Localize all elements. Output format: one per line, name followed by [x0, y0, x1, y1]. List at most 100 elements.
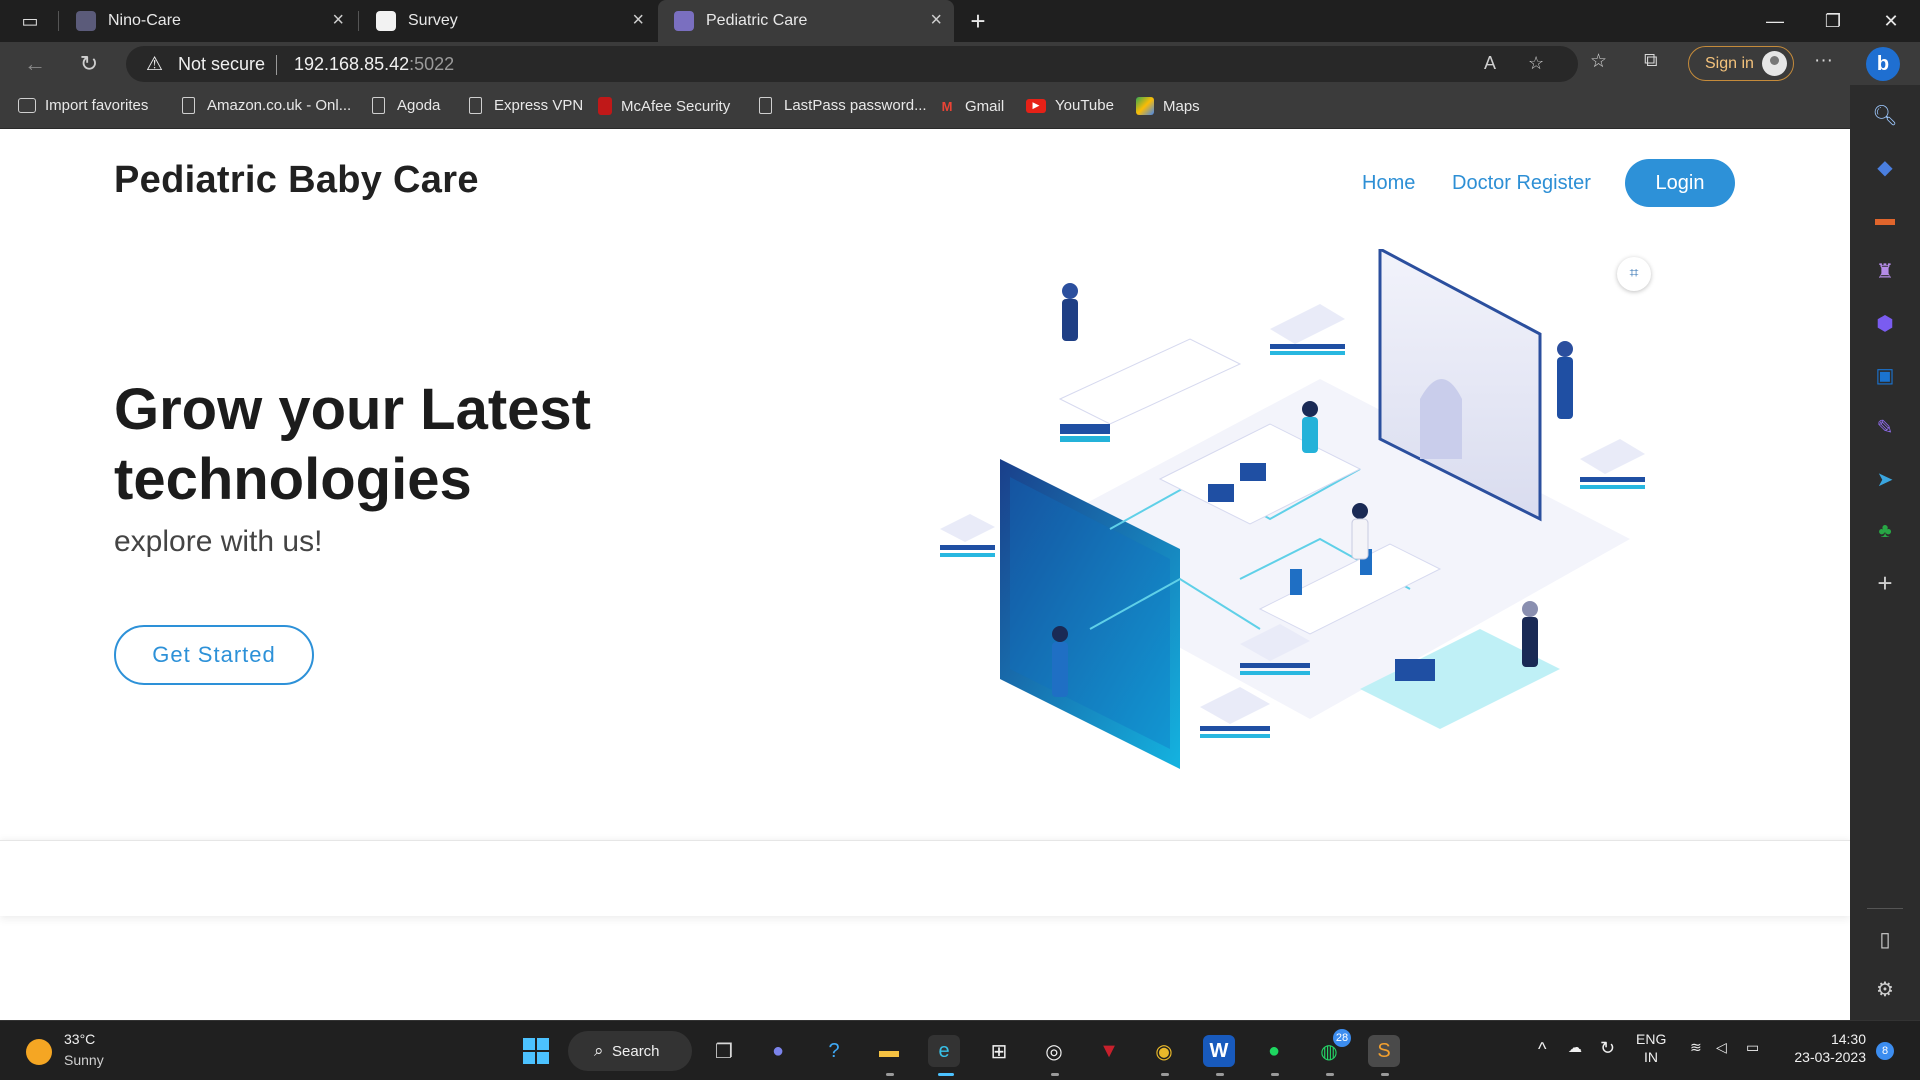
tab-actions-icon[interactable]: ▭	[14, 5, 46, 37]
mcafee-icon[interactable]: ▼	[1093, 1035, 1125, 1067]
running-indicator	[1161, 1073, 1169, 1076]
address-bar[interactable]: ⚠ Not secure 192.168.85.42:5022 A ☆	[126, 46, 1578, 82]
games-icon[interactable]: ♜	[1850, 253, 1920, 289]
block-stack	[1270, 304, 1345, 355]
office-icon[interactable]: ⬢	[1850, 305, 1920, 341]
favorite-express-vpn[interactable]: Express VPN	[469, 97, 583, 114]
restore-button[interactable]: ❐	[1804, 0, 1862, 42]
microsoft-store-icon[interactable]: ⊞	[983, 1035, 1015, 1067]
wifi-icon[interactable]: ≋	[1690, 1039, 1702, 1056]
url-text[interactable]: 192.168.85.42:5022	[294, 54, 454, 75]
clock[interactable]: 14:30 23-03-2023	[1786, 1031, 1866, 1065]
warning-icon[interactable]: ⚠	[146, 53, 163, 76]
teams-chat-icon[interactable]: ●	[762, 1035, 794, 1067]
close-window-button[interactable]: ✕	[1862, 0, 1920, 42]
favorite-maps[interactable]: Maps	[1136, 97, 1200, 115]
person-figure	[1302, 401, 1318, 453]
tools-icon[interactable]: ▬	[1850, 201, 1920, 237]
favorite-lastpass[interactable]: LastPass password...	[759, 97, 927, 114]
favorite-label: Amazon.co.uk - Onl...	[207, 97, 352, 114]
page-icon	[469, 97, 482, 114]
login-button[interactable]: Login	[1625, 159, 1735, 207]
running-indicator	[938, 1073, 954, 1076]
new-tab-button[interactable]: +	[962, 5, 994, 37]
get-started-button[interactable]: Get Started	[114, 625, 314, 685]
tab-pediatric-care[interactable]: Pediatric Care ×	[658, 0, 954, 42]
nav-home-link[interactable]: Home	[1362, 172, 1415, 195]
sublime-icon[interactable]: S	[1368, 1035, 1400, 1067]
designer-icon[interactable]: ✎	[1850, 409, 1920, 445]
add-favorite-icon[interactable]: ☆	[1528, 53, 1544, 74]
whatsapp-badge: 28	[1333, 1029, 1351, 1047]
tab-nino-care[interactable]: Nino-Care ×	[60, 0, 356, 42]
send-icon[interactable]: ➤	[1850, 461, 1920, 497]
close-tab-icon[interactable]: ×	[632, 9, 644, 32]
search-icon[interactable]: 🔍︎	[1850, 97, 1920, 133]
running-indicator	[1326, 1073, 1334, 1076]
app-icon[interactable]: ◎	[1038, 1035, 1070, 1067]
sync-icon[interactable]: ↻	[1600, 1038, 1615, 1059]
tab-title: Nino-Care	[108, 12, 181, 29]
notification-badge[interactable]: 8	[1876, 1042, 1894, 1060]
tab-survey[interactable]: Survey ×	[360, 0, 656, 42]
add-icon[interactable]: +	[1850, 565, 1920, 601]
start-windows-icon[interactable]	[520, 1035, 552, 1067]
gear-icon[interactable]: ⚙	[1850, 971, 1920, 1007]
volume-icon[interactable]: ◁	[1716, 1039, 1727, 1056]
hero-title: Grow your Latest technologies	[114, 375, 814, 515]
favorite-amazon[interactable]: Amazon.co.uk - Onl...	[182, 97, 351, 114]
site-favicon-icon	[674, 11, 694, 31]
bing-copilot-button[interactable]: b	[1866, 47, 1900, 81]
sign-in-button[interactable]: Sign in	[1688, 46, 1794, 81]
more-menu-icon[interactable]: ···	[1814, 50, 1833, 72]
favorite-import[interactable]: Import favorites	[18, 97, 148, 114]
tab-separator	[58, 11, 59, 31]
url-port: :5022	[409, 54, 455, 74]
word-icon[interactable]: W	[1203, 1035, 1235, 1067]
taskbar-search[interactable]: ⌕ Search	[568, 1031, 692, 1071]
security-status[interactable]: Not secure	[178, 54, 265, 75]
sun-icon[interactable]	[26, 1039, 52, 1065]
favorite-youtube[interactable]: ▶ YouTube	[1026, 97, 1114, 114]
tab-separator	[358, 11, 359, 31]
battery-icon[interactable]: ▭	[1746, 1039, 1759, 1056]
visual-search-icon[interactable]: ⌗	[1617, 257, 1651, 291]
gmail-icon: M	[941, 98, 953, 114]
running-indicator	[1216, 1073, 1224, 1076]
sidebar-panel-icon[interactable]: ▯	[1850, 921, 1920, 957]
minimize-button[interactable]: —	[1746, 0, 1804, 42]
weather-temperature[interactable]: 33°C	[64, 1031, 95, 1047]
language-indicator[interactable]: ENG IN	[1636, 1031, 1666, 1065]
chrome-icon[interactable]: ◉	[1148, 1035, 1180, 1067]
shopping-tag-icon[interactable]: ◆	[1850, 149, 1920, 185]
refresh-button[interactable]: ↻	[74, 50, 104, 78]
outlook-icon[interactable]: ▣	[1850, 357, 1920, 393]
file-explorer-icon[interactable]: ▬	[873, 1035, 905, 1067]
tree-icon[interactable]: ♣	[1850, 513, 1920, 549]
weather-description[interactable]: Sunny	[64, 1052, 104, 1068]
favorites-bar: Import favorites Amazon.co.uk - Onl... A…	[0, 85, 1850, 129]
favorite-mcafee[interactable]: McAfee Security	[598, 97, 730, 115]
running-indicator	[886, 1073, 894, 1076]
favorite-gmail[interactable]: M Gmail	[938, 97, 1005, 115]
close-tab-icon[interactable]: ×	[930, 9, 942, 32]
tab-title: Survey	[408, 12, 458, 29]
favorite-label: Express VPN	[494, 97, 584, 114]
chevron-up-icon[interactable]: ^	[1538, 1039, 1546, 1060]
edge-browser-icon[interactable]: e	[928, 1035, 960, 1067]
collections-icon[interactable]: ⧉	[1644, 50, 1658, 72]
task-view-icon[interactable]: ❐	[708, 1035, 740, 1067]
site-brand[interactable]: Pediatric Baby Care	[114, 159, 479, 202]
page-icon	[759, 97, 772, 114]
favorite-agoda[interactable]: Agoda	[372, 97, 440, 114]
onedrive-icon[interactable]: ☁	[1568, 1039, 1582, 1056]
favorites-icon[interactable]: ☆	[1590, 50, 1607, 73]
read-aloud-icon[interactable]: A	[1484, 53, 1496, 74]
nav-doctor-register-link[interactable]: Doctor Register	[1452, 172, 1591, 195]
close-tab-icon[interactable]: ×	[332, 9, 344, 32]
back-button[interactable]: ←	[20, 50, 50, 78]
block-stack	[940, 514, 995, 557]
web-page: Pediatric Baby Care Home Doctor Register…	[0, 129, 1850, 1020]
spotify-icon[interactable]: ●	[1258, 1035, 1290, 1067]
help-icon[interactable]: ?	[818, 1035, 850, 1067]
